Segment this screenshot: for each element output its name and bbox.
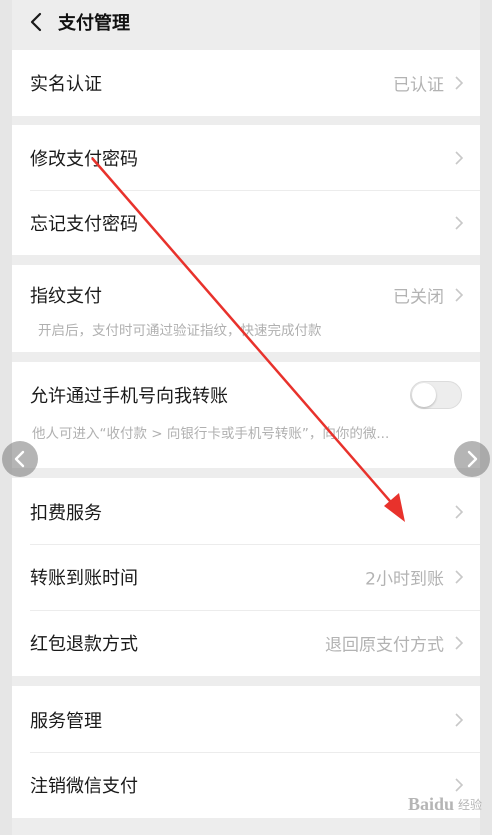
real-name-label: 实名认证 <box>30 74 102 95</box>
chevron-right-icon <box>455 288 464 302</box>
refund-method-label: 红包退款方式 <box>30 634 138 655</box>
fingerprint-row[interactable]: 指纹支付 已关闭 <box>12 265 480 325</box>
chevron-right-icon <box>467 450 478 468</box>
fingerprint-status: 已关闭 <box>393 287 444 308</box>
baidu-watermark: Baidu 经验 <box>408 794 482 815</box>
page-title: 支付管理 <box>58 13 130 34</box>
cancel-wechat-pay-label: 注销微信支付 <box>30 776 138 797</box>
chevron-left-icon <box>14 450 25 468</box>
deduction-row[interactable]: 扣费服务 <box>12 480 480 544</box>
chevron-right-icon <box>455 216 464 230</box>
payment-management-page: 支付管理 实名认证 已认证 修改支付密码 忘记支付密码 指纹支付 已关闭 开启后… <box>12 0 480 835</box>
arrival-time-value: 2小时到账 <box>365 569 444 590</box>
watermark-sub: 经验 <box>457 798 482 812</box>
chevron-right-icon <box>455 570 464 584</box>
chevron-right-icon <box>455 636 464 650</box>
services-card: 扣费服务 转账到账时间 2小时到账 红包退款方式 退回原支付方式 <box>12 478 480 676</box>
screenshot-frame: 支付管理 实名认证 已认证 修改支付密码 忘记支付密码 指纹支付 已关闭 开启后… <box>0 0 492 835</box>
prev-image-button[interactable] <box>2 441 38 477</box>
phone-transfer-toggle[interactable] <box>410 381 462 409</box>
fingerprint-hint: 开启后，支付时可通过验证指纹，快速完成付款 <box>38 323 322 339</box>
back-arrow-icon[interactable] <box>26 11 48 33</box>
refund-method-value: 退回原支付方式 <box>325 635 444 656</box>
watermark-text: Baidu <box>407 794 454 814</box>
password-card: 修改支付密码 忘记支付密码 <box>12 125 480 255</box>
toggle-knob <box>412 383 436 407</box>
next-image-button[interactable] <box>454 441 490 477</box>
phone-transfer-label: 允许通过手机号向我转账 <box>30 386 228 407</box>
chevron-right-icon <box>455 76 464 90</box>
fingerprint-card: 指纹支付 已关闭 开启后，支付时可通过验证指纹，快速完成付款 <box>12 265 480 352</box>
real-name-status: 已认证 <box>393 75 444 96</box>
forgot-password-row[interactable]: 忘记支付密码 <box>12 191 480 255</box>
chevron-right-icon <box>455 713 464 727</box>
identity-card: 实名认证 已认证 <box>12 50 480 116</box>
phone-transfer-card: 允许通过手机号向我转账 他人可进入“收付款 > 向银行卡或手机号转账”，向你的微… <box>12 362 480 468</box>
arrival-time-row[interactable]: 转账到账时间 2小时到账 <box>12 545 480 609</box>
change-password-row[interactable]: 修改支付密码 <box>12 126 480 190</box>
chevron-right-icon <box>455 505 464 519</box>
chevron-right-icon <box>455 778 464 792</box>
refund-method-row[interactable]: 红包退款方式 退回原支付方式 <box>12 611 480 675</box>
change-password-label: 修改支付密码 <box>30 149 138 170</box>
arrival-time-label: 转账到账时间 <box>30 568 138 589</box>
forgot-password-label: 忘记支付密码 <box>30 214 138 235</box>
phone-transfer-hint: 他人可进入“收付款 > 向银行卡或手机号转账”，向你的微... <box>32 426 390 442</box>
deduction-label: 扣费服务 <box>30 503 102 524</box>
chevron-right-icon <box>455 151 464 165</box>
service-manage-label: 服务管理 <box>30 711 102 732</box>
nav-header: 支付管理 <box>12 0 480 46</box>
fingerprint-label: 指纹支付 <box>30 286 102 307</box>
service-manage-row[interactable]: 服务管理 <box>12 688 480 752</box>
real-name-row[interactable]: 实名认证 已认证 <box>12 51 480 115</box>
